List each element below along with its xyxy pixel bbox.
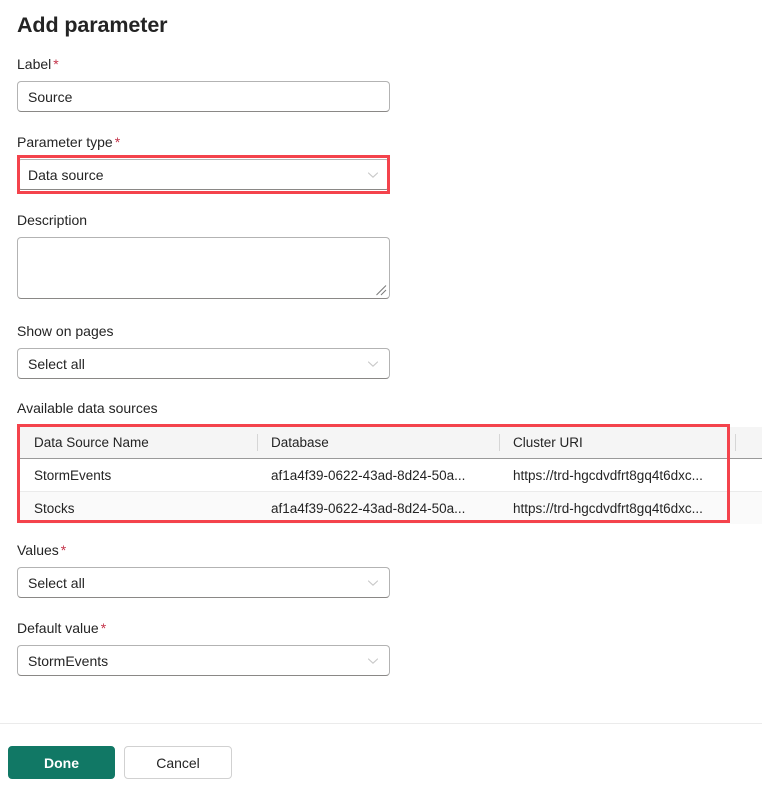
cell-cluster-uri: https://trd-hgcdvdfrt8gq4t6dxc... [499,491,735,525]
chevron-down-icon [366,646,380,675]
parameter-type-field-label: Parameter type * [17,133,120,151]
default-value-field-label: Default value * [17,619,106,637]
chevron-down-icon [366,349,380,378]
values-value: Select all [28,574,85,591]
cell-database: af1a4f39-0622-43ad-8d24-50a... [257,458,499,492]
show-on-pages-value: Select all [28,355,85,372]
values-field-label: Values * [17,541,66,559]
table-row[interactable]: Stocks af1a4f39-0622-43ad-8d24-50a... ht… [20,491,762,525]
label-field-label: Label * [17,55,59,73]
column-header-extra[interactable] [735,427,762,459]
default-value-label-text: Default value [17,620,99,636]
done-button[interactable]: Done [8,746,115,779]
column-header-database[interactable]: Database [257,427,499,459]
parameter-type-dropdown[interactable]: Data source [17,159,390,190]
chevron-down-icon [366,568,380,597]
values-label-text: Values [17,542,59,558]
table-header: Data Source Name Database Cluster URI [20,427,762,459]
show-on-pages-label-text: Show on pages [17,323,114,339]
default-value-value: StormEvents [28,652,109,669]
parameter-type-value: Data source [28,166,104,183]
parameter-type-required-asterisk: * [114,134,121,150]
table-header-row: Data Source Name Database Cluster URI [20,427,762,459]
label-required-asterisk: * [53,56,59,72]
cell-extra [735,458,762,492]
parameter-type-label-text: Parameter type [17,134,113,150]
dialog-body: Add parameter Label * Source Parameter ty… [0,0,762,723]
available-data-sources-label-text: Available data sources [17,400,158,416]
column-header-data-source-name[interactable]: Data Source Name [20,427,257,459]
cell-extra [735,491,762,525]
footer-divider [0,723,762,724]
table-row[interactable]: StormEvents af1a4f39-0622-43ad-8d24-50a.… [20,458,762,492]
values-required-asterisk: * [60,542,67,558]
label-input-value: Source [28,88,73,105]
description-textarea[interactable] [17,237,390,299]
description-field-label: Description [17,211,87,229]
show-on-pages-dropdown[interactable]: Select all [17,348,390,379]
default-value-dropdown[interactable]: StormEvents [17,645,390,676]
resize-handle-icon[interactable] [374,283,387,296]
table-body: StormEvents af1a4f39-0622-43ad-8d24-50a.… [20,458,762,525]
label-field-label-text: Label [17,56,52,72]
cell-cluster-uri: https://trd-hgcdvdfrt8gq4t6dxc... [499,458,735,492]
chevron-down-icon [366,160,380,189]
page-title: Add parameter [17,13,168,37]
add-parameter-dialog: Add parameter Label * Source Parameter ty… [0,0,762,790]
show-on-pages-field-label: Show on pages [17,322,114,340]
default-value-required-asterisk: * [100,620,107,636]
description-label-text: Description [17,212,88,228]
column-header-cluster-uri[interactable]: Cluster URI [499,427,735,459]
cancel-button[interactable]: Cancel [124,746,232,779]
values-dropdown[interactable]: Select all [17,567,390,598]
available-data-sources-table: Data Source Name Database Cluster URI St… [20,427,762,525]
cell-data-source-name: StormEvents [20,458,257,492]
label-input[interactable]: Source [17,81,390,112]
cell-database: af1a4f39-0622-43ad-8d24-50a... [257,491,499,525]
cell-data-source-name: Stocks [20,491,257,525]
available-data-sources-label: Available data sources [17,399,158,417]
